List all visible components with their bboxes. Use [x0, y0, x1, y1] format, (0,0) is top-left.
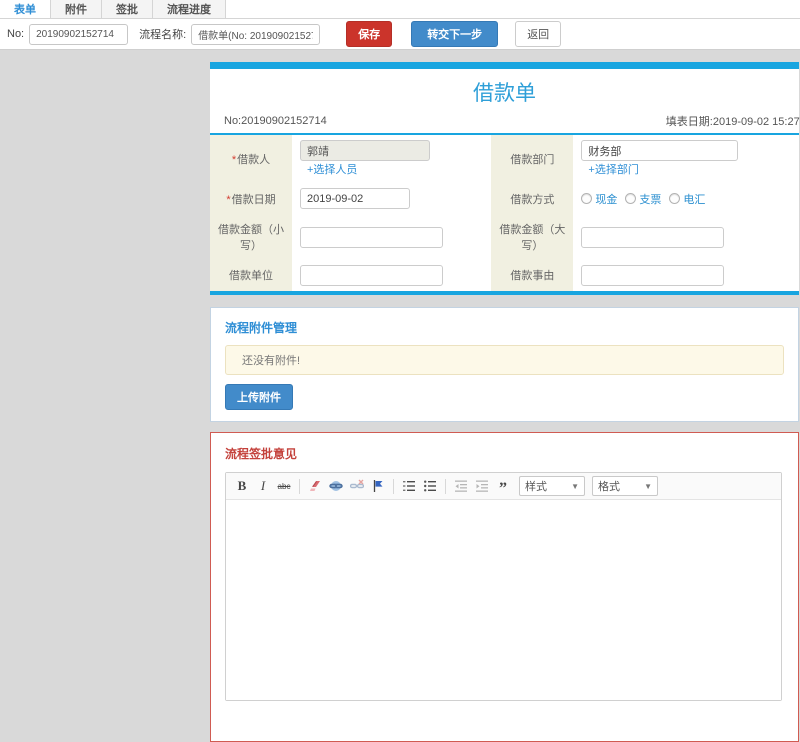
save-button[interactable]: 保存 [346, 21, 392, 47]
back-button[interactable]: 返回 [515, 21, 561, 47]
italic-icon[interactable]: I [254, 477, 272, 495]
tab-attachments[interactable]: 附件 [51, 0, 102, 18]
table-row: 借款金额（小写） 借款金额（大写） [210, 215, 799, 259]
link-icon[interactable] [327, 477, 345, 495]
required-marker: * [226, 194, 230, 206]
borrow-method-label: 借款方式 [491, 182, 573, 215]
borrow-date-label: *借款日期 [210, 182, 292, 215]
no-label: No: [7, 28, 24, 40]
forward-next-step-button[interactable]: 转交下一步 [411, 21, 498, 47]
borrow-unit-input[interactable] [300, 265, 443, 286]
department-label: 借款部门 [491, 135, 573, 182]
bulleted-list-icon[interactable] [421, 477, 439, 495]
amount-uppercase-label: 借款金额（大写） [491, 215, 573, 259]
attachment-panel: 流程附件管理 还没有附件! 上传附件 [210, 307, 799, 422]
radio-cash[interactable]: 现金 [581, 191, 617, 207]
select-person-link[interactable]: +选择人员 [307, 164, 357, 176]
borrow-unit-label: 借款单位 [210, 259, 292, 291]
process-name-input[interactable] [191, 24, 320, 45]
required-marker: * [232, 154, 236, 166]
radio-wire-transfer[interactable]: 电汇 [669, 191, 705, 207]
rich-text-editor: B I abc [225, 472, 782, 701]
form-no-text: No:20190902152714 [224, 115, 327, 127]
toolbar: No: 流程名称: 保存 转交下一步 返回 [0, 19, 800, 50]
toolbar-separator [393, 479, 394, 494]
chevron-down-icon: ▼ [644, 482, 652, 491]
numbered-list-icon[interactable] [400, 477, 418, 495]
outdent-icon[interactable] [452, 477, 470, 495]
style-select[interactable]: 样式 ▼ [519, 476, 585, 496]
tab-approval[interactable]: 签批 [102, 0, 153, 18]
toolbar-separator [299, 479, 300, 494]
approval-heading: 流程签批意见 [225, 445, 784, 462]
tab-process-progress[interactable]: 流程进度 [153, 0, 226, 18]
editor-toolbar: B I abc [226, 473, 781, 500]
select-department-link[interactable]: +选择部门 [588, 164, 638, 176]
amount-uppercase-input[interactable] [581, 227, 724, 248]
remove-format-icon[interactable] [306, 477, 324, 495]
form-top-accent-bar [210, 62, 799, 69]
approval-panel: 流程签批意见 B I abc [210, 432, 799, 742]
strikethrough-icon[interactable]: abc [275, 477, 293, 495]
borrower-input[interactable] [300, 140, 430, 161]
table-row: *借款日期 借款方式 现金 [210, 182, 799, 215]
radio-circle-icon[interactable] [669, 193, 680, 204]
table-row: 借款单位 借款事由 [210, 259, 799, 291]
borrow-date-input[interactable] [300, 188, 410, 209]
amount-lowercase-label: 借款金额（小写） [210, 215, 292, 259]
tab-form[interactable]: 表单 [0, 0, 51, 18]
table-row: *借款人 +选择人员 借款部门 +选择部门 [210, 135, 799, 182]
borrower-label: *借款人 [210, 135, 292, 182]
upload-attachment-button[interactable]: 上传附件 [225, 384, 293, 410]
radio-cheque[interactable]: 支票 [625, 191, 661, 207]
department-input[interactable] [581, 140, 738, 161]
attachment-heading: 流程附件管理 [225, 319, 784, 336]
main-area: 借款单 No:20190902152714 填表日期:2019-09-02 15… [0, 50, 800, 453]
borrow-reason-label: 借款事由 [491, 259, 573, 291]
editor-content-area[interactable] [226, 500, 781, 700]
form-bottom-accent-bar [210, 291, 799, 295]
radio-circle-icon[interactable] [581, 193, 592, 204]
process-name-label: 流程名称: [139, 26, 186, 42]
format-select[interactable]: 格式 ▼ [592, 476, 658, 496]
top-tab-bar: 表单 附件 签批 流程进度 [0, 0, 800, 19]
loan-form-table: *借款人 +选择人员 借款部门 +选择部门 *借款日期 [210, 135, 799, 291]
blockquote-icon[interactable]: ” [494, 477, 512, 495]
form-title: 借款单 [210, 69, 799, 111]
no-input[interactable] [29, 24, 128, 45]
unlink-icon[interactable] [348, 477, 366, 495]
form-fill-date-text: 填表日期:2019-09-02 15:27:14 [666, 113, 800, 129]
bold-icon[interactable]: B [233, 477, 251, 495]
anchor-flag-icon[interactable] [369, 477, 387, 495]
radio-circle-icon[interactable] [625, 193, 636, 204]
amount-lowercase-input[interactable] [300, 227, 443, 248]
chevron-down-icon: ▼ [571, 482, 579, 491]
indent-icon[interactable] [473, 477, 491, 495]
toolbar-separator [445, 479, 446, 494]
borrow-reason-input[interactable] [581, 265, 724, 286]
no-attachment-alert: 还没有附件! [225, 345, 784, 375]
loan-form-panel: 借款单 No:20190902152714 填表日期:2019-09-02 15… [210, 62, 799, 295]
